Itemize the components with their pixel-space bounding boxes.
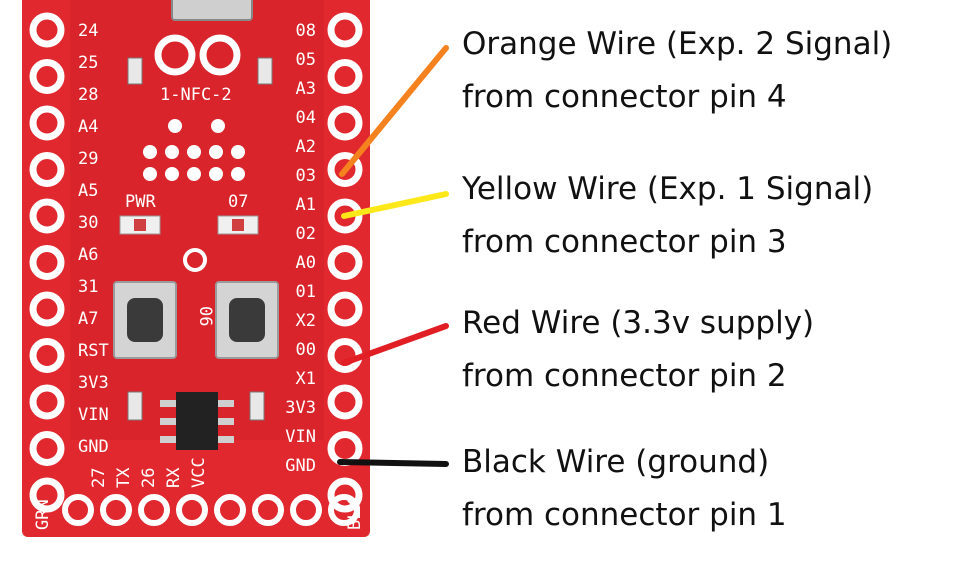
bottom-pin-label: RX bbox=[164, 467, 184, 488]
pin-label: 24 bbox=[78, 21, 98, 41]
red-wire-detail: from connector pin 2 bbox=[462, 358, 787, 394]
pin-label: 03 bbox=[296, 166, 316, 186]
pin-label: 30 bbox=[78, 213, 98, 233]
led-07-label: 07 bbox=[228, 192, 248, 212]
pin-label: 28 bbox=[78, 85, 98, 105]
pin-label: A6 bbox=[78, 245, 98, 265]
reset-button-cap bbox=[127, 298, 163, 342]
orange-wire-title: Orange Wire (Exp. 2 Signal) bbox=[462, 26, 893, 62]
black-wire-detail: from connector pin 1 bbox=[462, 497, 787, 533]
pin-label: A2 bbox=[296, 137, 316, 157]
crystal-component bbox=[171, 0, 253, 21]
pin-label: X1 bbox=[296, 369, 316, 389]
pin-label: VIN bbox=[285, 427, 316, 447]
pin-label: 00 bbox=[296, 340, 316, 360]
black-wire bbox=[337, 459, 449, 467]
pin-label: A0 bbox=[296, 253, 316, 273]
led-07-core bbox=[232, 219, 244, 231]
pin-label: 3V3 bbox=[285, 398, 316, 418]
pin-label: 01 bbox=[296, 282, 316, 302]
pwr-led-core bbox=[134, 219, 146, 231]
black-wire-annotation: Black Wire (ground) from connector pin 1 bbox=[462, 436, 787, 542]
bottom-pin-label: 27 bbox=[89, 468, 109, 488]
cap-left-bottom bbox=[127, 391, 143, 421]
pin-label: A3 bbox=[296, 79, 316, 99]
pin-label: A5 bbox=[78, 181, 98, 201]
bottom-pin-label: 26 bbox=[139, 468, 159, 488]
pin-label: 29 bbox=[78, 149, 98, 169]
pin-label: GND bbox=[285, 456, 316, 476]
pin-label: A1 bbox=[296, 195, 316, 215]
pin-label: 08 bbox=[296, 21, 316, 41]
yellow-wire-annotation: Yellow Wire (Exp. 1 Signal) from connect… bbox=[462, 163, 873, 269]
orange-wire-detail: from connector pin 4 bbox=[462, 79, 787, 115]
voltage-regulator bbox=[176, 392, 218, 450]
pin-label: 02 bbox=[296, 224, 316, 244]
corner-label-blk: BLK bbox=[345, 499, 365, 530]
pin-label: A4 bbox=[78, 117, 98, 137]
black-wire-title: Black Wire (ground) bbox=[462, 444, 770, 480]
pwr-label: PWR bbox=[125, 192, 156, 212]
pin-label: 05 bbox=[296, 50, 316, 70]
red-wire-annotation: Red Wire (3.3v supply) from connector pi… bbox=[462, 297, 814, 403]
yellow-wire-detail: from connector pin 3 bbox=[462, 224, 787, 260]
yellow-wire-title: Yellow Wire (Exp. 1 Signal) bbox=[462, 171, 874, 207]
pin-label: 31 bbox=[78, 277, 98, 297]
red-wire-title: Red Wire (3.3v supply) bbox=[462, 305, 815, 341]
pin-label: A7 bbox=[78, 309, 98, 329]
bottom-pin-label: VCC bbox=[189, 457, 209, 488]
pin-label: GND bbox=[78, 437, 109, 457]
button-06-label: 06 bbox=[195, 306, 215, 326]
pin-label: 04 bbox=[296, 108, 316, 128]
pin-label: RST bbox=[78, 341, 109, 361]
orange-wire-annotation: Orange Wire (Exp. 2 Signal) from connect… bbox=[462, 18, 892, 124]
user-button-cap bbox=[229, 298, 265, 342]
nfc-label: 1-NFC-2 bbox=[160, 85, 232, 105]
capacitor-left bbox=[127, 57, 143, 85]
capacitor-right bbox=[257, 57, 273, 85]
bottom-pin-label: TX bbox=[114, 467, 134, 488]
pin-label: 25 bbox=[78, 53, 98, 73]
cap-right-bottom bbox=[249, 391, 265, 421]
pin-label: X2 bbox=[296, 311, 316, 331]
pin-label: VIN bbox=[78, 405, 109, 425]
pin-label: 3V3 bbox=[78, 373, 109, 393]
corner-label-grn: GRN bbox=[33, 499, 53, 530]
